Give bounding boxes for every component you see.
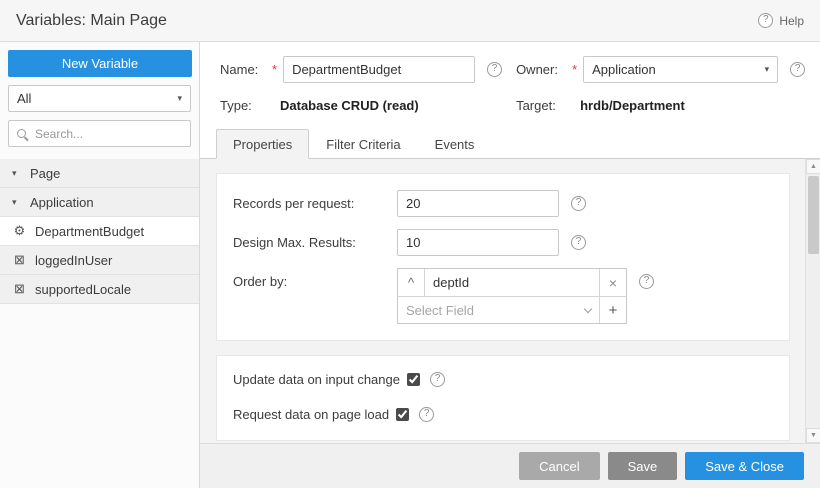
owner-label: Owner: <box>516 62 558 77</box>
dialog-header: Variables: Main Page ? Help <box>0 0 820 42</box>
variable-icon: ⊠ <box>14 281 25 296</box>
filter-dropdown-value: All <box>17 91 32 106</box>
variable-editor: Name: * ? Owner: * Application ▾ ? Type:… <box>200 42 820 488</box>
order-by-label: Order by: <box>233 274 288 289</box>
update-on-input-change-label: Update data on input change <box>233 372 400 387</box>
search-icon <box>17 129 26 138</box>
select-field-placeholder: Select Field <box>406 302 474 318</box>
design-max-help-icon[interactable]: ? <box>571 235 586 250</box>
tree-group-label: Application <box>30 194 94 210</box>
scroll-up-icon[interactable]: ▲ <box>806 159 820 174</box>
service-variable-icon: ⚙ <box>13 223 26 238</box>
owner-select[interactable]: Application ▾ <box>583 56 779 83</box>
tree-item-label: supportedLocale <box>35 281 132 297</box>
order-field-input[interactable] <box>425 269 599 296</box>
records-per-request-input[interactable] <box>397 190 559 217</box>
scroll-down-icon[interactable]: ▼ <box>806 428 820 443</box>
required-marker: * <box>572 62 578 77</box>
select-field-dropdown[interactable]: Select Field <box>398 297 599 323</box>
properties-panel: Records per request: ? Design Max. Resul… <box>200 159 820 443</box>
tree-item-label: DepartmentBudget <box>35 223 145 239</box>
update-on-input-change-checkbox[interactable] <box>406 373 420 386</box>
request-on-page-load-checkbox[interactable] <box>396 408 410 421</box>
name-help-icon[interactable]: ? <box>487 62 503 77</box>
save-and-close-button[interactable]: Save & Close <box>685 452 804 480</box>
search-input[interactable] <box>33 125 182 142</box>
tree-item-supportedlocale[interactable]: ⊠ supportedLocale <box>0 275 199 304</box>
variable-icon: ⊠ <box>14 252 25 267</box>
chevron-down-icon <box>583 304 593 313</box>
chevron-down-icon: ▾ <box>177 93 182 103</box>
request-help-icon[interactable]: ? <box>419 407 435 422</box>
behavior-card: Update data on input change ? Request da… <box>216 355 790 441</box>
records-help-icon[interactable]: ? <box>571 196 586 211</box>
variable-search[interactable] <box>8 120 191 147</box>
order-by-group: ^ × Select Field + <box>397 268 627 324</box>
type-value: Database CRUD (read) <box>280 98 419 113</box>
variables-sidebar: New Variable All ▾ ▾ Page ▾ Application … <box>0 42 200 488</box>
tree-group-page[interactable]: ▾ Page <box>0 159 199 188</box>
order-by-help-icon[interactable]: ? <box>639 274 654 289</box>
name-label: Name: <box>220 62 259 77</box>
help-icon: ? <box>758 13 774 28</box>
tab-filter-criteria[interactable]: Filter Criteria <box>309 129 417 159</box>
tree-item-label: loggedInUser <box>35 252 113 268</box>
save-button[interactable]: Save <box>607 452 678 480</box>
owner-select-value: Application <box>592 62 656 77</box>
add-field-button[interactable]: + <box>599 297 626 323</box>
target-value: hrdb/Department <box>580 98 685 113</box>
tab-properties[interactable]: Properties <box>216 129 310 159</box>
vertical-scrollbar[interactable]: ▲ ▼ <box>805 159 820 443</box>
design-max-results-label: Design Max. Results: <box>233 235 356 250</box>
type-label: Type: <box>220 98 252 113</box>
design-max-results-input[interactable] <box>397 229 559 256</box>
target-label: Target: <box>516 98 556 113</box>
editor-tabs: Properties Filter Criteria Events <box>200 129 820 159</box>
required-marker: * <box>272 62 278 77</box>
owner-help-icon[interactable]: ? <box>790 62 806 77</box>
request-on-page-load-label: Request data on page load <box>233 407 390 422</box>
remove-field-button[interactable]: × <box>599 269 626 296</box>
page-title: Variables: Main Page <box>16 11 167 29</box>
move-up-button[interactable]: ^ <box>398 269 425 296</box>
new-variable-button[interactable]: New Variable <box>8 50 192 77</box>
help-button[interactable]: ? Help <box>758 13 804 28</box>
data-settings-card: Records per request: ? Design Max. Resul… <box>216 173 790 341</box>
tree-item-departmentbudget[interactable]: ⚙ DepartmentBudget <box>0 217 199 246</box>
cancel-button[interactable]: Cancel <box>519 452 600 480</box>
action-bar: Cancel Save Save & Close <box>200 443 820 488</box>
tree-group-label: Page <box>30 165 61 181</box>
chevron-down-icon: ▾ <box>764 64 770 74</box>
help-label: Help <box>779 13 804 28</box>
variable-header-form: Name: * ? Owner: * Application ▾ ? Type:… <box>200 42 820 113</box>
expander-icon[interactable]: ▾ <box>12 197 22 208</box>
records-per-request-label: Records per request: <box>233 196 355 211</box>
tree-item-loggedinuser[interactable]: ⊠ loggedInUser <box>0 246 199 275</box>
tab-events[interactable]: Events <box>418 129 492 159</box>
tree-group-application[interactable]: ▾ Application <box>0 188 199 217</box>
expander-icon[interactable]: ▾ <box>12 168 22 179</box>
scrollbar-thumb[interactable] <box>808 176 819 254</box>
variable-filter-dropdown[interactable]: All ▾ <box>8 85 191 112</box>
name-input[interactable] <box>283 56 476 83</box>
update-help-icon[interactable]: ? <box>429 372 445 387</box>
